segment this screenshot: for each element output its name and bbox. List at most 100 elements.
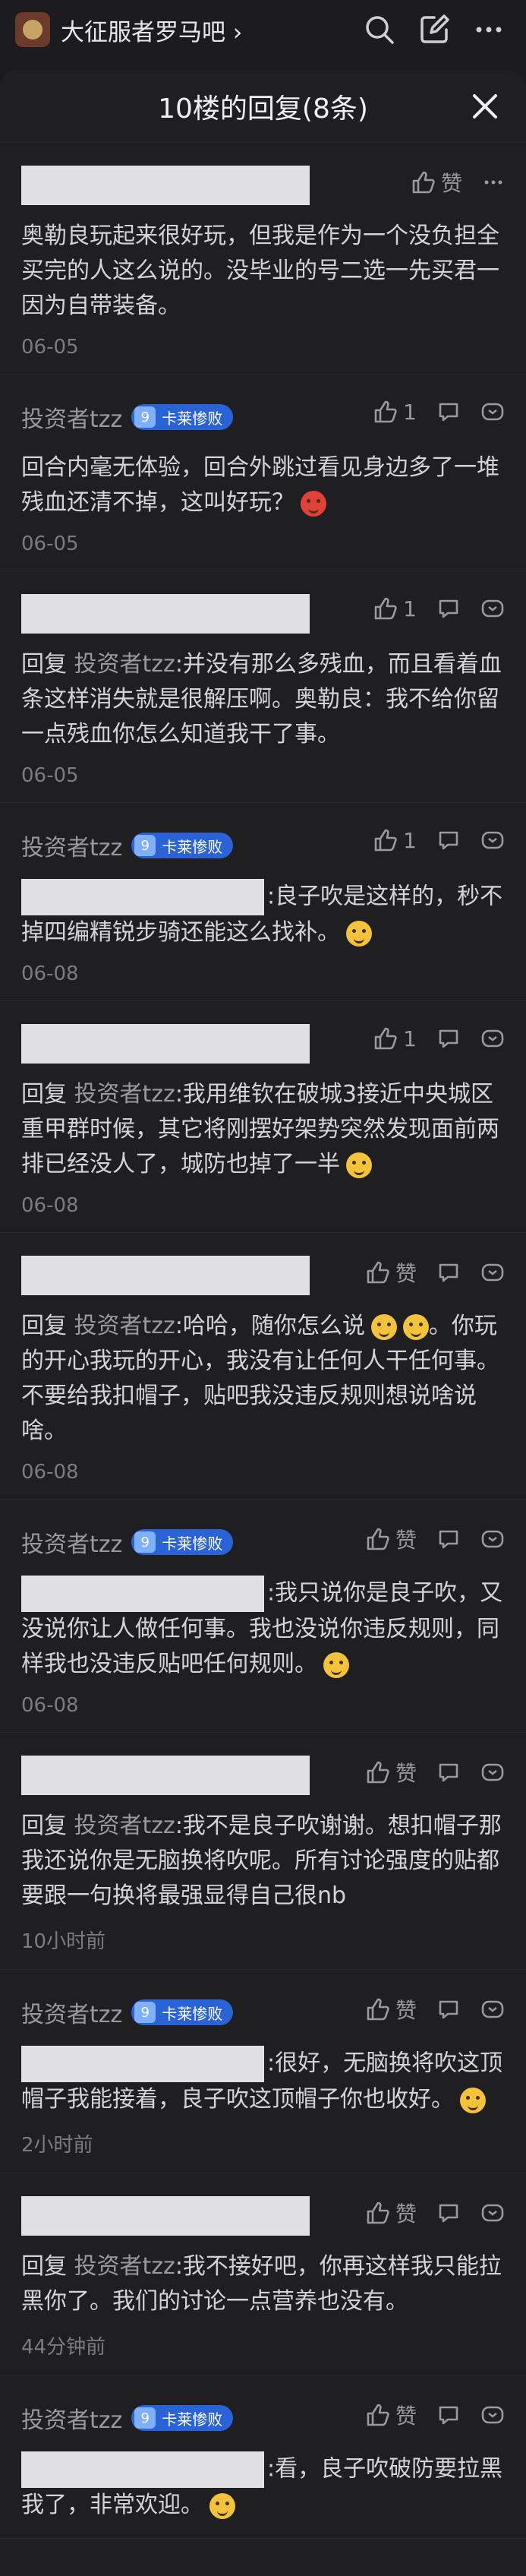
reply-item: 赞 回复 投资者tzz:我不接好吧，你再这样我只能拉黑你了。我们的讨论一点营养也…	[0, 2173, 526, 2375]
more-icon[interactable]	[467, 8, 511, 52]
reply-icon[interactable]	[436, 828, 461, 852]
reply-text: 回复 投资者tzz:我不是良子吹谢谢。想扣帽子那我还说你是无脑换将吹呢。所有讨论…	[21, 1813, 502, 1909]
reply-date: 44分钟前	[21, 2336, 106, 2359]
reply-item: 1 回复 投资者tzz:我用维钦在破城3接近中央城区重甲群时候，其它将刚摆好架势…	[0, 1001, 526, 1233]
like-button[interactable]: 1	[373, 1026, 417, 1051]
more-icon[interactable]	[480, 1997, 505, 2021]
reply-date: 06-05	[21, 336, 79, 359]
more-icon[interactable]	[480, 400, 505, 424]
panel-title: 10楼的回复(8条)	[158, 93, 368, 125]
grimace-emoji-icon	[370, 1313, 397, 1340]
like-button[interactable]: 赞	[365, 2400, 417, 2430]
reply-item: 投资者tzz 9 卡莱惨败 赞 :我只说你是良子吹，又没说你让人做任何事。我也没说…	[0, 1500, 526, 1733]
reply-icon[interactable]	[436, 1760, 461, 1784]
panel-header: 10楼的回复(8条)	[0, 70, 526, 143]
username[interactable]: 投资者tzz	[21, 2401, 122, 2435]
like-button[interactable]: 赞	[365, 1524, 417, 1554]
search-icon[interactable]	[357, 8, 402, 52]
reply-item: 投资者tzz 9 卡莱惨败 1 :良子吹是这样的，秒不掉四编精锐步骑还能这么找补。…	[0, 803, 526, 1001]
username[interactable]: 投资者tzz	[21, 1996, 122, 2029]
redacted-mention	[21, 879, 264, 915]
thumbs-up-icon	[412, 171, 435, 194]
reply-item: 1 回复 投资者tzz:并没有那么多残血，而且看着血条这样消失就是很解压啊。奥勒…	[0, 571, 526, 803]
reply-icon[interactable]	[436, 1026, 461, 1051]
reply-text: 奥勒良玩起来很好玩，但我是作为一个没负担全买完的人这么说的。没毕业的号二选一先买…	[21, 223, 499, 319]
reply-icon[interactable]	[436, 596, 461, 621]
reply-date: 06-08	[21, 962, 79, 985]
reply-icon[interactable]	[436, 1260, 461, 1285]
redacted-username	[21, 1024, 310, 1064]
reply-text: 回复 投资者tzz:我不接好吧，你再这样我只能拉黑你了。我们的讨论一点营养也没有…	[21, 2253, 502, 2315]
like-button[interactable]: 赞	[365, 1994, 417, 2024]
username[interactable]: 投资者tzz	[21, 400, 122, 434]
forum-name[interactable]: 大征服者罗马吧 ›	[61, 13, 347, 47]
reply-text: :我只说你是良子吹，又没说你让人做任何事。我也没说你违反规则，同样我也没违反贴吧…	[21, 1576, 505, 1682]
more-icon[interactable]	[480, 596, 505, 621]
grimace-emoji-icon	[402, 1313, 429, 1340]
reply-date: 2小时前	[21, 2134, 93, 2157]
redacted-mention	[21, 2451, 264, 2488]
like-button[interactable]: 赞	[365, 1757, 417, 1787]
forum-avatar[interactable]	[15, 12, 50, 47]
redacted-username	[21, 594, 310, 634]
reply-date: 06-08	[21, 1194, 79, 1217]
reply-item: 投资者tzz 9 卡莱惨败 1 回合内毫无体验，回合外跳过看见身边多了一堆残血还清…	[0, 375, 526, 571]
like-button[interactable]: 赞	[365, 2198, 417, 2228]
smile-emoji-icon	[460, 2087, 486, 2113]
more-icon[interactable]	[480, 2201, 505, 2225]
more-icon[interactable]	[480, 2403, 505, 2427]
close-button[interactable]	[462, 84, 508, 129]
thumbs-up-icon	[367, 1761, 389, 1784]
username[interactable]: 投资者tzz	[21, 1525, 122, 1559]
reply-to-username[interactable]: 投资者tzz	[74, 1313, 175, 1339]
reply-icon[interactable]	[436, 2403, 461, 2427]
level-badge: 9 卡莱惨败	[131, 1529, 234, 1555]
top-bar: 大征服者罗马吧 ›	[0, 0, 526, 59]
reply-text: :很好，无脑换将吹这顶帽子我能接着，良子吹这顶帽子你也收好。	[21, 2046, 505, 2117]
smile-emoji-icon	[209, 2492, 235, 2519]
redacted-username	[21, 2196, 310, 2236]
reply-icon[interactable]	[436, 1527, 461, 1551]
reply-to-username[interactable]: 投资者tzz	[74, 1081, 175, 1108]
redacted-mention	[21, 2046, 264, 2082]
reply-icon[interactable]	[436, 1997, 461, 2021]
more-icon[interactable]	[480, 1527, 505, 1551]
close-icon	[473, 94, 497, 119]
thumbs-up-icon	[367, 1261, 389, 1284]
like-button[interactable]: 1	[373, 596, 417, 621]
redacted-username	[21, 1756, 310, 1795]
reply-text: 回复 投资者tzz:我用维钦在破城3接近中央城区重甲群时候，其它将刚摆好架势突然…	[21, 1081, 499, 1178]
reply-item: 赞 奥勒良玩起来很好玩，但我是作为一个没负担全买完的人这么说的。没毕业的号二选一…	[0, 143, 526, 375]
redacted-username	[21, 1256, 310, 1295]
reply-item: 投资者tzz 9 卡莱惨败 赞 :看，良子吹破防要拉黑我了，非常欢迎。	[0, 2375, 526, 2539]
reply-date: 10小时前	[21, 1930, 106, 1953]
smile-emoji-icon	[346, 920, 372, 947]
more-icon[interactable]	[482, 171, 505, 194]
more-icon[interactable]	[480, 1260, 505, 1285]
reply-item: 投资者tzz 9 卡莱惨败 赞 :很好，无脑换将吹这顶帽子我能接着，良子吹这顶帽子…	[0, 1970, 526, 2173]
edit-icon[interactable]	[412, 8, 456, 52]
reply-icon[interactable]	[436, 400, 461, 424]
reply-to-username[interactable]: 投资者tzz	[74, 2253, 175, 2280]
reply-icon[interactable]	[436, 2201, 461, 2225]
thumbs-up-icon	[367, 1998, 389, 2021]
level-badge: 9 卡莱惨败	[131, 2405, 234, 2431]
like-button[interactable]: 赞	[411, 167, 462, 198]
level-badge: 9 卡莱惨败	[131, 833, 234, 858]
like-button[interactable]: 1	[373, 399, 417, 425]
more-icon[interactable]	[480, 1760, 505, 1784]
smile-emoji-icon	[346, 1152, 372, 1178]
reply-to-username[interactable]: 投资者tzz	[74, 1813, 175, 1839]
like-button[interactable]: 赞	[365, 1257, 417, 1288]
more-icon[interactable]	[480, 1026, 505, 1051]
thumbs-up-icon	[374, 400, 397, 423]
redacted-username	[21, 166, 310, 205]
thumbs-up-icon	[374, 1027, 397, 1050]
thumbs-up-icon	[374, 597, 397, 620]
reply-date: 06-05	[21, 764, 79, 787]
reply-item: 赞 回复 投资者tzz:我不是良子吹谢谢。想扣帽子那我还说你是无脑换将吹呢。所有…	[0, 1733, 526, 1970]
reply-to-username[interactable]: 投资者tzz	[74, 651, 175, 678]
username[interactable]: 投资者tzz	[21, 829, 122, 862]
like-button[interactable]: 1	[373, 827, 417, 853]
more-icon[interactable]	[480, 828, 505, 852]
